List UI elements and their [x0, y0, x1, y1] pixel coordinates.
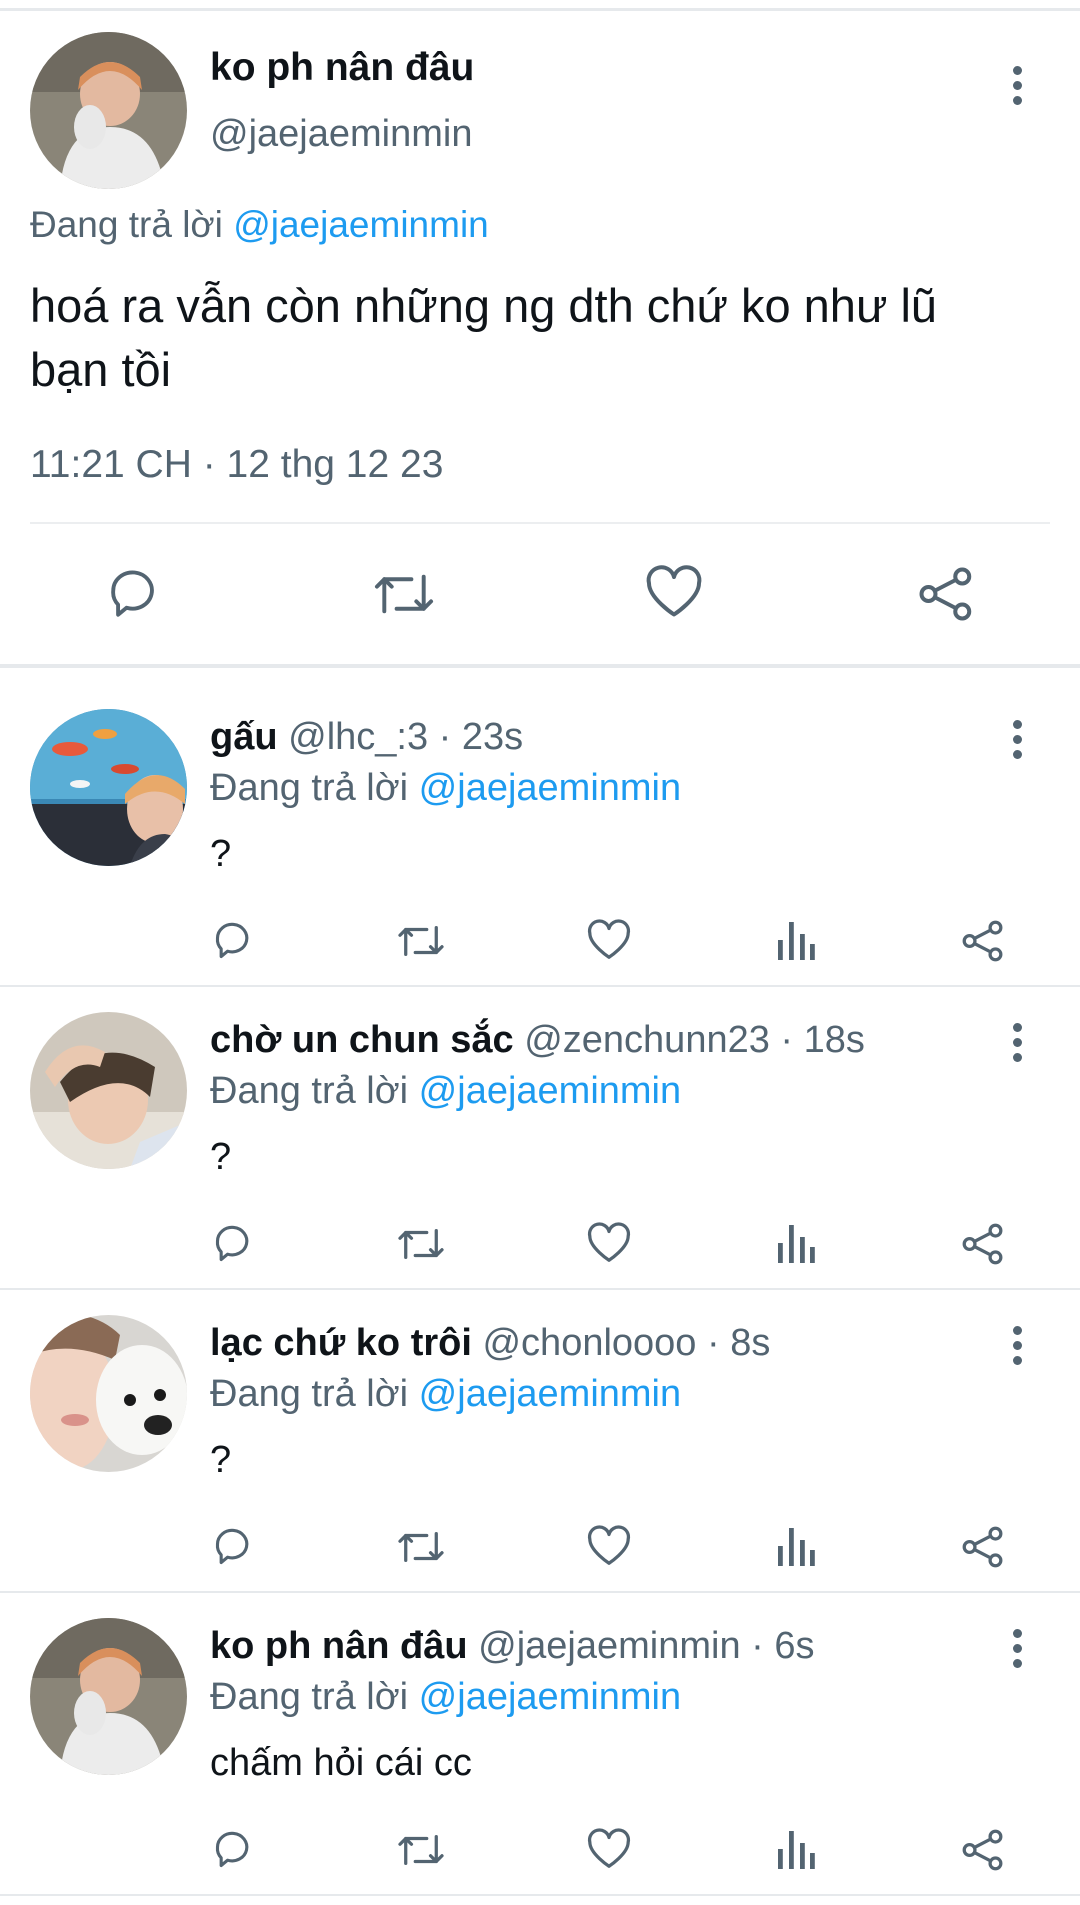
share-icon[interactable]: [960, 1827, 1006, 1873]
display-name[interactable]: lạc chứ ko trôi: [210, 1322, 472, 1364]
reply-header: lạc chứ ko trôi @chonloooo · 8s: [210, 1322, 770, 1365]
reply-header: ko ph nân đâu @jaejaeminmin · 6s: [210, 1625, 815, 1668]
reply-text: ?: [210, 1439, 232, 1481]
divider: [0, 1591, 1080, 1593]
share-icon[interactable]: [960, 918, 1006, 964]
reply-header: chờ un chun sắc @zenchunn23 · 18s: [210, 1019, 865, 1062]
retweet-icon[interactable]: [396, 1223, 446, 1265]
share-icon[interactable]: [960, 1221, 1006, 1267]
avatar[interactable]: [30, 1012, 187, 1169]
reply-time: · 23s: [438, 716, 524, 758]
analytics-icon[interactable]: [776, 918, 816, 962]
heart-icon[interactable]: [586, 1221, 632, 1265]
avatar[interactable]: [30, 1315, 187, 1472]
handle[interactable]: @zenchunn23: [524, 1019, 770, 1061]
handle[interactable]: @jaejaeminmin: [210, 113, 472, 156]
replying-prefix: Đang trả lời: [210, 1676, 409, 1718]
reply-icon[interactable]: [212, 918, 256, 962]
analytics-icon[interactable]: [776, 1221, 816, 1265]
replying-to: Đang trả lời @jaejaeminmin: [210, 1070, 681, 1113]
retweet-icon[interactable]: [396, 1526, 446, 1568]
heart-icon[interactable]: [586, 1524, 632, 1568]
reply-text: ?: [210, 833, 232, 875]
replying-prefix: Đang trả lời: [210, 767, 409, 809]
share-icon[interactable]: [960, 1524, 1006, 1570]
reply-text: ?: [210, 1136, 232, 1178]
replying-handle-link[interactable]: @jaejaeminmin: [419, 1373, 681, 1415]
tweet-text-line-2: bạn tồi: [30, 343, 172, 396]
timestamp: 11:21 CH · 12 thg 12 23: [30, 443, 444, 486]
reply-text: chấm hỏi cái cc: [210, 1742, 472, 1784]
handle[interactable]: @jaejaeminmin: [478, 1625, 740, 1667]
reply-time: · 6s: [751, 1625, 815, 1667]
reply-icon[interactable]: [212, 1827, 256, 1871]
display-name[interactable]: chờ un chun sắc: [210, 1019, 514, 1061]
reply-time: · 8s: [707, 1322, 771, 1364]
analytics-icon[interactable]: [776, 1524, 816, 1568]
replying-prefix: Đang trả lời: [30, 204, 223, 245]
share-icon[interactable]: [916, 564, 976, 624]
analytics-icon[interactable]: [776, 1827, 816, 1871]
retweet-icon[interactable]: [396, 1829, 446, 1871]
replying-handle-link[interactable]: @jaejaeminmin: [419, 1676, 681, 1718]
reply-time: · 18s: [780, 1019, 865, 1061]
top-divider: [0, 8, 1080, 11]
display-name[interactable]: gấu: [210, 716, 278, 758]
heart-icon[interactable]: [586, 918, 632, 962]
more-vertical-icon[interactable]: [1007, 1326, 1027, 1371]
reply-icon[interactable]: [212, 1221, 256, 1265]
avatar[interactable]: [30, 32, 187, 189]
replying-prefix: Đang trả lời: [210, 1373, 409, 1415]
action-divider: [30, 522, 1050, 524]
replying-handle-link[interactable]: @jaejaeminmin: [233, 204, 489, 245]
replying-to: Đang trả lời @jaejaeminmin: [30, 204, 489, 246]
handle[interactable]: @chonloooo: [482, 1322, 696, 1364]
replying-to: Đang trả lời @jaejaeminmin: [210, 1676, 681, 1719]
replying-handle-link[interactable]: @jaejaeminmin: [419, 767, 681, 809]
reply-header: gấu @lhc_:3 · 23s: [210, 716, 523, 759]
avatar[interactable]: [30, 1618, 187, 1775]
divider: [0, 1288, 1080, 1290]
divider: [0, 1894, 1080, 1896]
display-name[interactable]: ko ph nân đâu: [210, 1625, 468, 1667]
more-vertical-icon[interactable]: [1007, 1023, 1027, 1068]
retweet-icon[interactable]: [396, 920, 446, 962]
more-vertical-icon[interactable]: [1007, 1629, 1027, 1674]
more-vertical-icon[interactable]: [1007, 66, 1027, 111]
replying-to: Đang trả lời @jaejaeminmin: [210, 767, 681, 810]
handle[interactable]: @lhc_:3: [288, 716, 428, 758]
divider: [0, 985, 1080, 987]
display-name[interactable]: ko ph nân đâu: [210, 46, 474, 90]
tweet-text-line-1: hoá ra vẫn còn những ng dth chứ ko như l…: [30, 279, 938, 332]
heart-icon[interactable]: [586, 1827, 632, 1871]
replying-to: Đang trả lời @jaejaeminmin: [210, 1373, 681, 1416]
retweet-icon[interactable]: [372, 566, 436, 622]
avatar[interactable]: [30, 709, 187, 866]
replying-prefix: Đang trả lời: [210, 1070, 409, 1112]
section-divider: [0, 664, 1080, 668]
reply-icon[interactable]: [212, 1524, 256, 1568]
heart-icon[interactable]: [644, 564, 704, 620]
replying-handle-link[interactable]: @jaejaeminmin: [419, 1070, 681, 1112]
reply-icon[interactable]: [106, 564, 164, 622]
more-vertical-icon[interactable]: [1007, 720, 1027, 765]
